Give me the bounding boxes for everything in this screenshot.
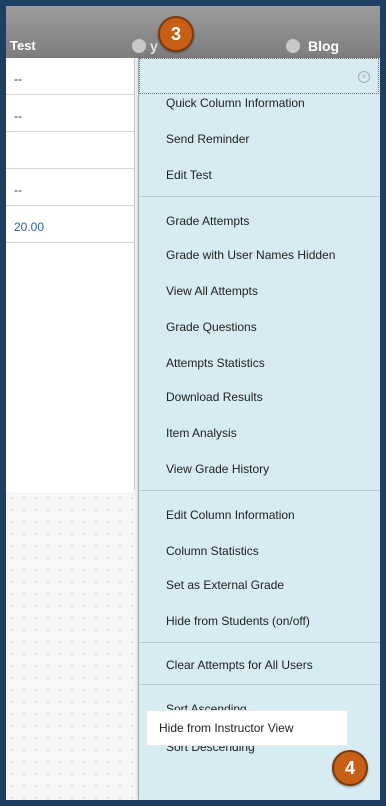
menu-divider [139,490,380,491]
menu-item-column-statistics[interactable]: Column Statistics [166,544,259,558]
menu-item-edit-test[interactable]: Edit Test [166,168,212,182]
menu-divider [139,684,380,685]
menu-item-grade-anonymous[interactable]: Grade with User Names Hidden [166,248,335,262]
menu-focus-row: × [139,58,379,94]
grade-cell[interactable]: -- [6,58,134,95]
grade-value: -- [14,183,22,197]
menu-item-view-all-attempts[interactable]: View All Attempts [166,284,258,298]
column-header-label: y [150,38,158,54]
empty-grid-area [6,492,134,800]
column-status-icon [286,39,300,53]
menu-item-item-analysis[interactable]: Item Analysis [166,426,237,440]
close-icon[interactable]: × [358,71,370,83]
column-header-blog-label: Blog [308,38,340,54]
column-header-blog[interactable]: Blog [286,38,339,54]
menu-item-clear-attempts[interactable]: Clear Attempts for All Users [166,658,313,672]
menu-item-quick-column-information[interactable]: Quick Column Information [166,96,305,110]
grade-cell[interactable]: 20.00 [6,206,134,243]
grade-value: 20.00 [14,220,45,234]
menu-item-view-grade-history[interactable]: View Grade History [166,462,269,476]
menu-item-grade-questions[interactable]: Grade Questions [166,320,257,334]
column-header-test[interactable]: Test [10,38,36,53]
menu-item-hide-from-instructor-view[interactable]: Hide from Instructor View [159,721,294,735]
grade-cell[interactable]: -- [6,95,134,132]
step-callout-4: 4 [332,750,368,786]
column-status-icon [132,39,146,53]
grade-value: -- [14,72,22,86]
step-callout-3: 3 [158,16,194,52]
menu-divider [139,196,380,197]
menu-item-grade-attempts[interactable]: Grade Attempts [166,214,249,228]
grade-value: -- [14,109,22,123]
column-context-menu: × Quick Column Information Send Reminder… [138,58,380,800]
menu-item-highlight[interactable]: Hide from Instructor View [146,710,348,746]
grade-cell[interactable] [6,132,134,169]
screenshot-frame: Test y Blog -- -- -- 20.00 × Quick Colum… [0,0,386,806]
grade-cell[interactable]: -- [6,169,134,206]
menu-divider [139,642,380,643]
menu-item-download-results[interactable]: Download Results [166,390,263,404]
menu-item-set-external-grade[interactable]: Set as External Grade [166,578,284,592]
menu-item-send-reminder[interactable]: Send Reminder [166,132,249,146]
grade-column: -- -- -- 20.00 [6,58,135,490]
column-header-hidden[interactable]: y [132,38,158,54]
grade-center-view: Test y Blog -- -- -- 20.00 × Quick Colum… [6,6,380,800]
menu-item-edit-column-information[interactable]: Edit Column Information [166,508,295,522]
menu-item-attempts-statistics[interactable]: Attempts Statistics [166,356,265,370]
menu-item-hide-from-students[interactable]: Hide from Students (on/off) [166,614,310,628]
